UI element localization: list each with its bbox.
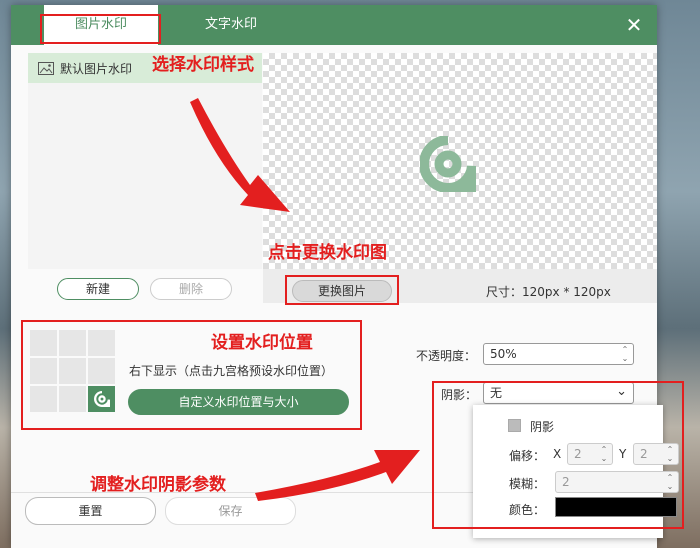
- arrow-to-change-image: [190, 98, 290, 212]
- annotation-arrows: [190, 98, 420, 501]
- arrow-to-shadow-panel: [255, 450, 420, 501]
